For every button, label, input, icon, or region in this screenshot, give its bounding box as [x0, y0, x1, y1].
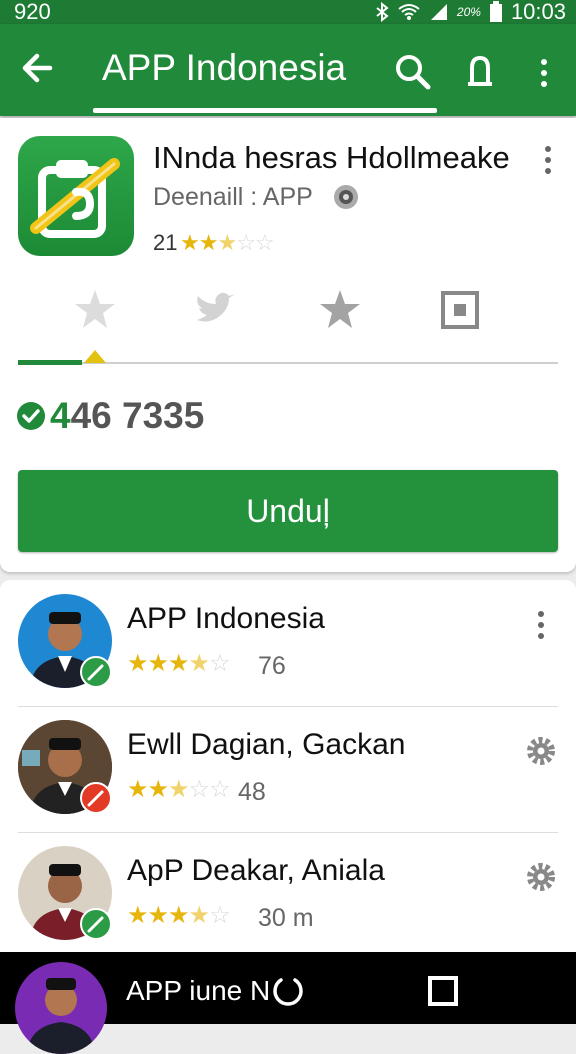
app-icon: [18, 136, 134, 256]
app-title: INnda hesras Hdollmeake: [153, 140, 510, 175]
related-list: APP Indonesia ★★★★☆ 76 Ewll Dagian, Gack…: [0, 580, 576, 952]
list-item[interactable]: APP Indonesia ★★★★☆ 76: [0, 580, 576, 706]
search-icon[interactable]: [393, 52, 433, 92]
check-circle-icon: [17, 402, 45, 430]
list-item[interactable]: ApP Deakar, Aniala ★★★★☆ 30 m: [0, 832, 576, 958]
download-count: 446 7335: [16, 394, 204, 438]
nav-label: APP iune N: [126, 975, 271, 1006]
signal-icon: [430, 4, 447, 20]
download-count-rest: 46 7335: [70, 395, 205, 436]
verified-badge-icon: [334, 185, 358, 209]
tab-indicator-arrow: [84, 350, 106, 363]
app-developer[interactable]: Deenaill : APP: [153, 182, 313, 212]
title-underline: [93, 108, 437, 113]
rating-count: 21: [153, 230, 178, 255]
wifi-icon: [398, 4, 420, 20]
list-item-rating: ★★★★☆: [127, 650, 231, 677]
bell-icon[interactable]: [460, 52, 500, 92]
settings-icon[interactable]: [526, 734, 556, 768]
box-tab-icon[interactable]: [436, 286, 484, 334]
back-arrow-icon[interactable]: [20, 48, 56, 88]
bluetooth-icon: [376, 2, 389, 22]
status-bar: 920 20% 10:03: [0, 0, 576, 24]
settings-icon[interactable]: [526, 860, 556, 894]
system-nav-bar: APP iune N: [0, 952, 576, 1054]
list-item-rating: ★★★★☆: [127, 902, 231, 929]
badge-icon: [80, 656, 112, 688]
install-button[interactable]: Unduļ: [18, 470, 558, 552]
tab-active-indicator: [18, 360, 82, 365]
list-item-title: ApP Deakar, Aniala: [127, 854, 385, 887]
star-tab-2-icon[interactable]: [316, 286, 364, 334]
home-icon[interactable]: [270, 974, 306, 1010]
star-tab-icon[interactable]: [71, 286, 119, 334]
tab-strip: [0, 278, 576, 338]
list-item-count: 30 m: [258, 904, 314, 932]
list-item-count: 76: [258, 652, 286, 680]
app-toolbar: APP Indonesia: [0, 24, 576, 116]
more-vert-icon[interactable]: [530, 54, 558, 94]
clipboard-pencil-icon: [30, 158, 120, 238]
list-item[interactable]: Ewll Dagian, Gackan ★★★☆☆ 48: [0, 706, 576, 832]
badge-icon: [80, 908, 112, 940]
download-count-lead: 4: [50, 395, 71, 436]
list-item-title: Ewll Dagian, Gackan: [127, 728, 406, 761]
status-left-text: 920: [14, 0, 51, 24]
app-detail-card: INnda hesras Hdollmeake Deenaill : APP 2…: [0, 118, 576, 572]
twitter-tab-icon[interactable]: [191, 286, 239, 334]
list-item-rating: ★★★☆☆: [127, 776, 231, 803]
battery-percent: 20%: [456, 5, 481, 19]
toolbar-title: APP Indonesia: [102, 47, 347, 88]
more-vert-icon[interactable]: [526, 608, 556, 642]
status-time: 10:03: [510, 0, 566, 24]
battery-icon: [489, 1, 502, 22]
list-item-title: APP Indonesia: [127, 602, 325, 635]
avatar: [15, 962, 107, 1054]
badge-icon: [80, 782, 112, 814]
recents-icon[interactable]: [426, 974, 460, 1008]
list-item-count: 48: [238, 778, 266, 806]
card-more-icon[interactable]: [534, 142, 562, 178]
app-rating-stars: ★★★☆☆: [180, 230, 275, 255]
